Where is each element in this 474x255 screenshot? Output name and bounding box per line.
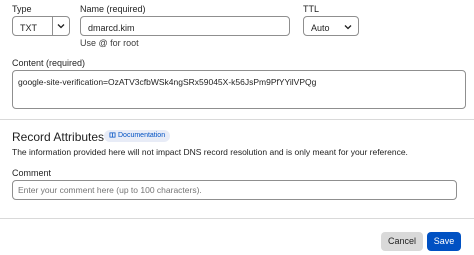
content-textarea-value: google-site-verification=OzATV3cfbWSk4ng… <box>18 77 317 87</box>
type-label: Type <box>12 4 32 14</box>
name-input[interactable]: dmarcd.kim <box>80 16 290 36</box>
name-helper-text: Use @ for root <box>80 38 139 48</box>
type-select-toggle[interactable] <box>52 17 69 35</box>
chevron-down-icon <box>57 24 65 29</box>
comment-label: Comment <box>12 168 52 178</box>
name-input-value: dmarcd.kim <box>88 23 135 33</box>
name-label: Name (required) <box>80 4 146 14</box>
cancel-button[interactable]: Cancel <box>381 232 423 251</box>
ttl-select[interactable]: Auto <box>303 16 359 36</box>
save-button[interactable]: Save <box>427 232 461 251</box>
book-icon <box>109 131 116 138</box>
type-select-value: TXT <box>20 23 37 33</box>
documentation-link[interactable]: Documentation <box>104 130 171 142</box>
ttl-label: TTL <box>303 4 320 14</box>
content-textarea[interactable]: google-site-verification=OzATV3cfbWSk4ng… <box>12 70 466 109</box>
section-divider <box>0 119 474 120</box>
record-attributes-title: Record Attributes <box>12 130 105 144</box>
content-label: Content (required) <box>12 58 86 68</box>
chevron-down-icon <box>344 25 352 30</box>
type-select[interactable]: TXT <box>12 16 70 36</box>
footer-divider <box>0 218 474 219</box>
ttl-select-value: Auto <box>311 23 330 33</box>
record-attributes-description: The information provided here will not i… <box>12 147 408 157</box>
documentation-label: Documentation <box>118 132 166 139</box>
comment-input[interactable] <box>12 180 457 200</box>
